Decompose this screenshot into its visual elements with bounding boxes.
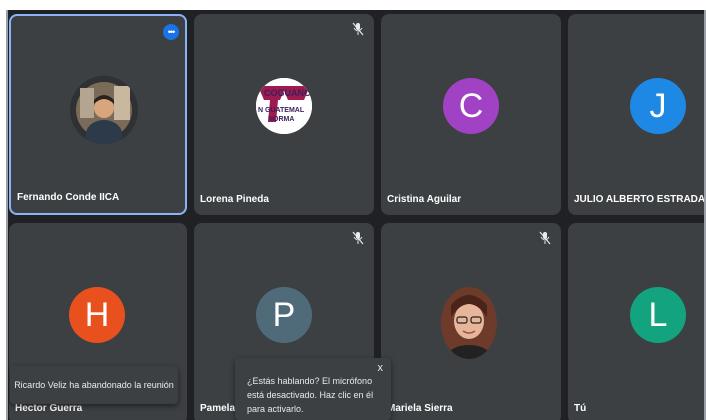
participant-name: Hector Guerra [15, 403, 83, 414]
meeting-grid: ••• Fernando Conde IICA COGUANO N GUATEM… [0, 0, 706, 420]
participant-name: Tú [574, 403, 587, 414]
mic-off-icon [352, 231, 364, 245]
logo-text-1: COGUANO [264, 88, 311, 98]
toast-message: Ricardo Veliz ha abandonado la reunión [14, 380, 174, 390]
mic-muted-toast[interactable]: x ¿Estás hablando? El micrófono está des… [235, 358, 391, 420]
avatar: P [256, 287, 312, 343]
left-divider [6, 10, 8, 420]
logo-text-3: NORMA [268, 116, 294, 123]
participant-tile[interactable]: C Cristina Aguilar [381, 14, 561, 215]
avatar: H [69, 287, 125, 343]
person-photo-icon [441, 287, 497, 359]
toast-message: ¿Estás hablando? El micrófono está desac… [247, 376, 374, 414]
participant-tile[interactable]: COGUANO N GUATEMAL NORMA Lorena Pineda [194, 14, 374, 215]
close-icon[interactable]: x [378, 362, 384, 374]
more-options-icon[interactable]: ••• [163, 24, 179, 40]
participant-tile[interactable]: L Tú [568, 223, 706, 420]
participant-photo [70, 76, 138, 144]
logo-icon: COGUANO N GUATEMAL NORMA [256, 78, 312, 134]
participant-name: Fernando Conde IICA [17, 192, 120, 203]
person-photo-icon [70, 76, 138, 144]
participant-tile[interactable]: J JULIO ALBERTO ESTRADA MORALES [568, 14, 706, 215]
participant-photo [441, 287, 497, 359]
participant-left-toast: Ricardo Veliz ha abandonado la reunión [10, 366, 178, 404]
organization-logo: COGUANO N GUATEMAL NORMA [256, 78, 312, 134]
avatar: J [630, 78, 686, 134]
participant-name: JULIO ALBERTO ESTRADA MORALES [574, 194, 706, 205]
top-border [0, 0, 706, 10]
avatar: C [443, 78, 499, 134]
logo-text-2: N GUATEMAL [258, 107, 305, 114]
mic-off-icon [352, 22, 364, 36]
participant-tile[interactable]: Mariela Sierra [381, 223, 561, 420]
participant-name: Lorena Pineda [200, 194, 269, 205]
participant-name: Mariela Sierra [387, 403, 453, 414]
avatar: L [630, 287, 686, 343]
participant-tile[interactable]: ••• Fernando Conde IICA [9, 14, 187, 215]
mic-off-icon [539, 231, 551, 245]
participant-name: Cristina Aguilar [387, 194, 462, 205]
